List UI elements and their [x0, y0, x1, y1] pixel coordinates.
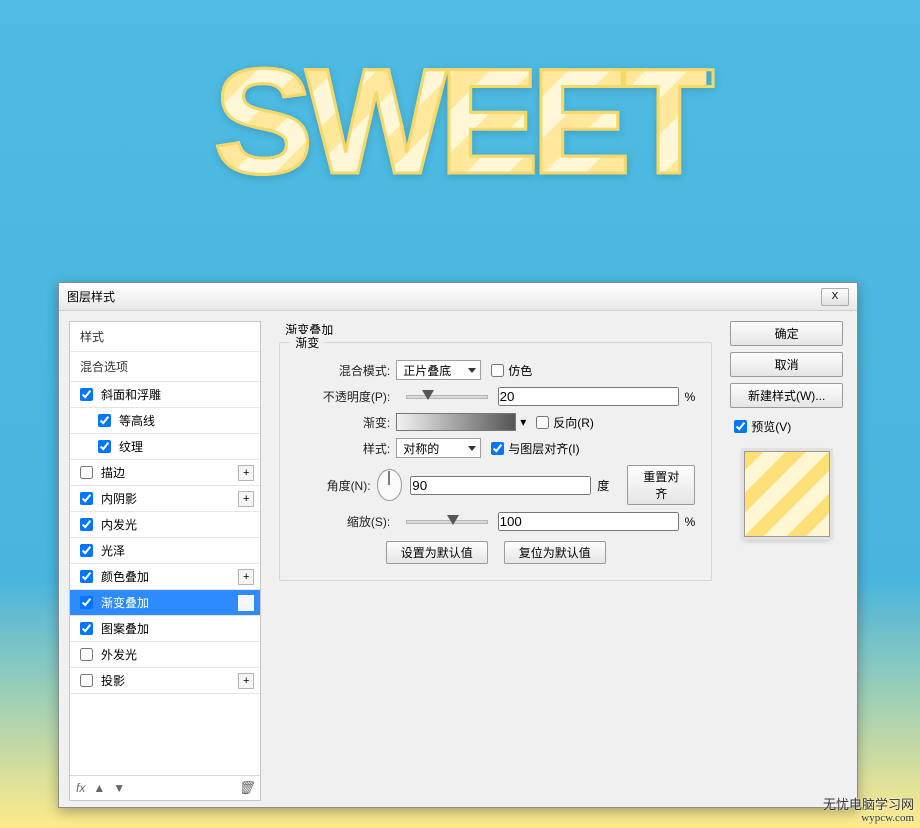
percent-label: % [685, 390, 696, 404]
style-item[interactable]: 图案叠加 [70, 616, 260, 642]
preview-swatch [744, 451, 830, 537]
degree-label: 度 [597, 477, 609, 494]
ok-button[interactable]: 确定 [730, 321, 843, 346]
blend-mode-select[interactable]: 正片叠底 [396, 360, 481, 380]
style-item[interactable]: 描边+ [70, 460, 260, 486]
gradient-subgroup-title: 渐变 [290, 334, 324, 351]
set-default-button[interactable]: 设置为默认值 [386, 541, 488, 564]
style-item-checkbox[interactable] [80, 544, 93, 557]
style-label: 样式: [296, 440, 396, 457]
scale-input[interactable] [498, 512, 679, 531]
style-item-label: 渐变叠加 [101, 594, 238, 611]
style-select[interactable]: 对称的 [396, 438, 481, 458]
gradient-group: 渐变 混合模式: 正片叠底 仿色 不透明度(P): % 渐变: [279, 342, 712, 581]
style-item[interactable]: 内阴影+ [70, 486, 260, 512]
style-item-label: 纹理 [119, 438, 254, 455]
style-item-label: 外发光 [101, 646, 254, 663]
styles-footer: fx ▲ ▼ 🗑 [70, 775, 260, 800]
style-item-label: 描边 [101, 464, 238, 481]
style-item[interactable]: 投影+ [70, 668, 260, 694]
dialog-title: 图层样式 [67, 288, 821, 305]
gradient-swatch[interactable] [396, 413, 516, 431]
reset-default-button[interactable]: 复位为默认值 [504, 541, 606, 564]
preview-label: 预览(V) [751, 418, 791, 435]
plus-icon[interactable]: + [238, 491, 254, 507]
gradient-label: 渐变: [296, 414, 396, 431]
style-item-checkbox[interactable] [98, 440, 111, 453]
align-checkbox[interactable]: 与图层对齐(I) [491, 440, 579, 457]
style-item-checkbox[interactable] [80, 648, 93, 661]
dither-checkbox[interactable]: 仿色 [491, 362, 532, 379]
plus-icon[interactable]: + [238, 569, 254, 585]
panel-group-title: 渐变叠加 [279, 321, 712, 342]
blend-mode-label: 混合模式: [296, 362, 396, 379]
style-item[interactable]: 渐变叠加+ [70, 590, 260, 616]
gradient-overlay-panel: 渐变叠加 渐变 混合模式: 正片叠底 仿色 不透明度(P): % [279, 321, 712, 801]
style-item[interactable]: 斜面和浮雕 [70, 382, 260, 408]
style-item-label: 颜色叠加 [101, 568, 238, 585]
scale-slider[interactable] [406, 520, 487, 524]
style-item[interactable]: 内发光 [70, 512, 260, 538]
styles-header[interactable]: 样式 [70, 322, 260, 352]
arrow-up-icon[interactable]: ▲ [93, 781, 105, 795]
style-item-label: 光泽 [101, 542, 254, 559]
opacity-slider[interactable] [406, 395, 487, 399]
percent-label-2: % [685, 515, 696, 529]
fx-icon[interactable]: fx [76, 781, 85, 795]
preview-checkbox[interactable] [734, 420, 747, 433]
reset-align-button[interactable]: 重置对齐 [627, 465, 695, 505]
style-item-checkbox[interactable] [80, 466, 93, 479]
style-item-label: 投影 [101, 672, 238, 689]
style-item-label: 斜面和浮雕 [101, 386, 254, 403]
style-item-checkbox[interactable] [80, 622, 93, 635]
style-item[interactable]: 外发光 [70, 642, 260, 668]
style-item-checkbox[interactable] [80, 596, 93, 609]
canvas-text-sweet: SWEET [213, 35, 706, 208]
style-item-checkbox[interactable] [80, 674, 93, 687]
style-item-label: 内发光 [101, 516, 254, 533]
style-item-checkbox[interactable] [80, 492, 93, 505]
angle-dial[interactable] [377, 469, 403, 501]
reverse-checkbox[interactable]: 反向(R) [536, 414, 594, 431]
style-item-label: 等高线 [119, 412, 254, 429]
style-item-checkbox[interactable] [80, 570, 93, 583]
layer-style-dialog: 图层样式 X 样式 混合选项 斜面和浮雕等高线纹理描边+内阴影+内发光光泽颜色叠… [58, 282, 858, 808]
plus-icon[interactable]: + [238, 595, 254, 611]
styles-list: 样式 混合选项 斜面和浮雕等高线纹理描边+内阴影+内发光光泽颜色叠加+渐变叠加+… [70, 322, 260, 775]
new-style-button[interactable]: 新建样式(W)... [730, 383, 843, 408]
close-icon[interactable]: X [821, 288, 849, 306]
style-item-checkbox[interactable] [80, 518, 93, 531]
style-item-label: 图案叠加 [101, 620, 254, 637]
style-item[interactable]: 光泽 [70, 538, 260, 564]
arrow-down-icon[interactable]: ▼ [113, 781, 125, 795]
style-item-checkbox[interactable] [80, 388, 93, 401]
opacity-label: 不透明度(P): [296, 388, 396, 405]
trash-icon[interactable]: 🗑 [238, 780, 255, 796]
style-item[interactable]: 颜色叠加+ [70, 564, 260, 590]
style-item-label: 内阴影 [101, 490, 238, 507]
style-item-checkbox[interactable] [98, 414, 111, 427]
blend-options-header[interactable]: 混合选项 [70, 352, 260, 382]
style-item[interactable]: 等高线 [70, 408, 260, 434]
plus-icon[interactable]: + [238, 465, 254, 481]
watermark: 无忧电脑学习网 wypcw.com [823, 798, 914, 824]
angle-input[interactable] [410, 476, 591, 495]
cancel-button[interactable]: 取消 [730, 352, 843, 377]
angle-label: 角度(N): [296, 477, 376, 494]
opacity-input[interactable] [498, 387, 679, 406]
gradient-dropdown-icon[interactable]: ▾ [520, 415, 526, 429]
right-panel: 确定 取消 新建样式(W)... 预览(V) [730, 321, 843, 801]
style-item[interactable]: 纹理 [70, 434, 260, 460]
scale-label: 缩放(S): [296, 513, 396, 530]
styles-panel: 样式 混合选项 斜面和浮雕等高线纹理描边+内阴影+内发光光泽颜色叠加+渐变叠加+… [69, 321, 261, 801]
plus-icon[interactable]: + [238, 673, 254, 689]
dialog-titlebar[interactable]: 图层样式 X [59, 283, 857, 311]
